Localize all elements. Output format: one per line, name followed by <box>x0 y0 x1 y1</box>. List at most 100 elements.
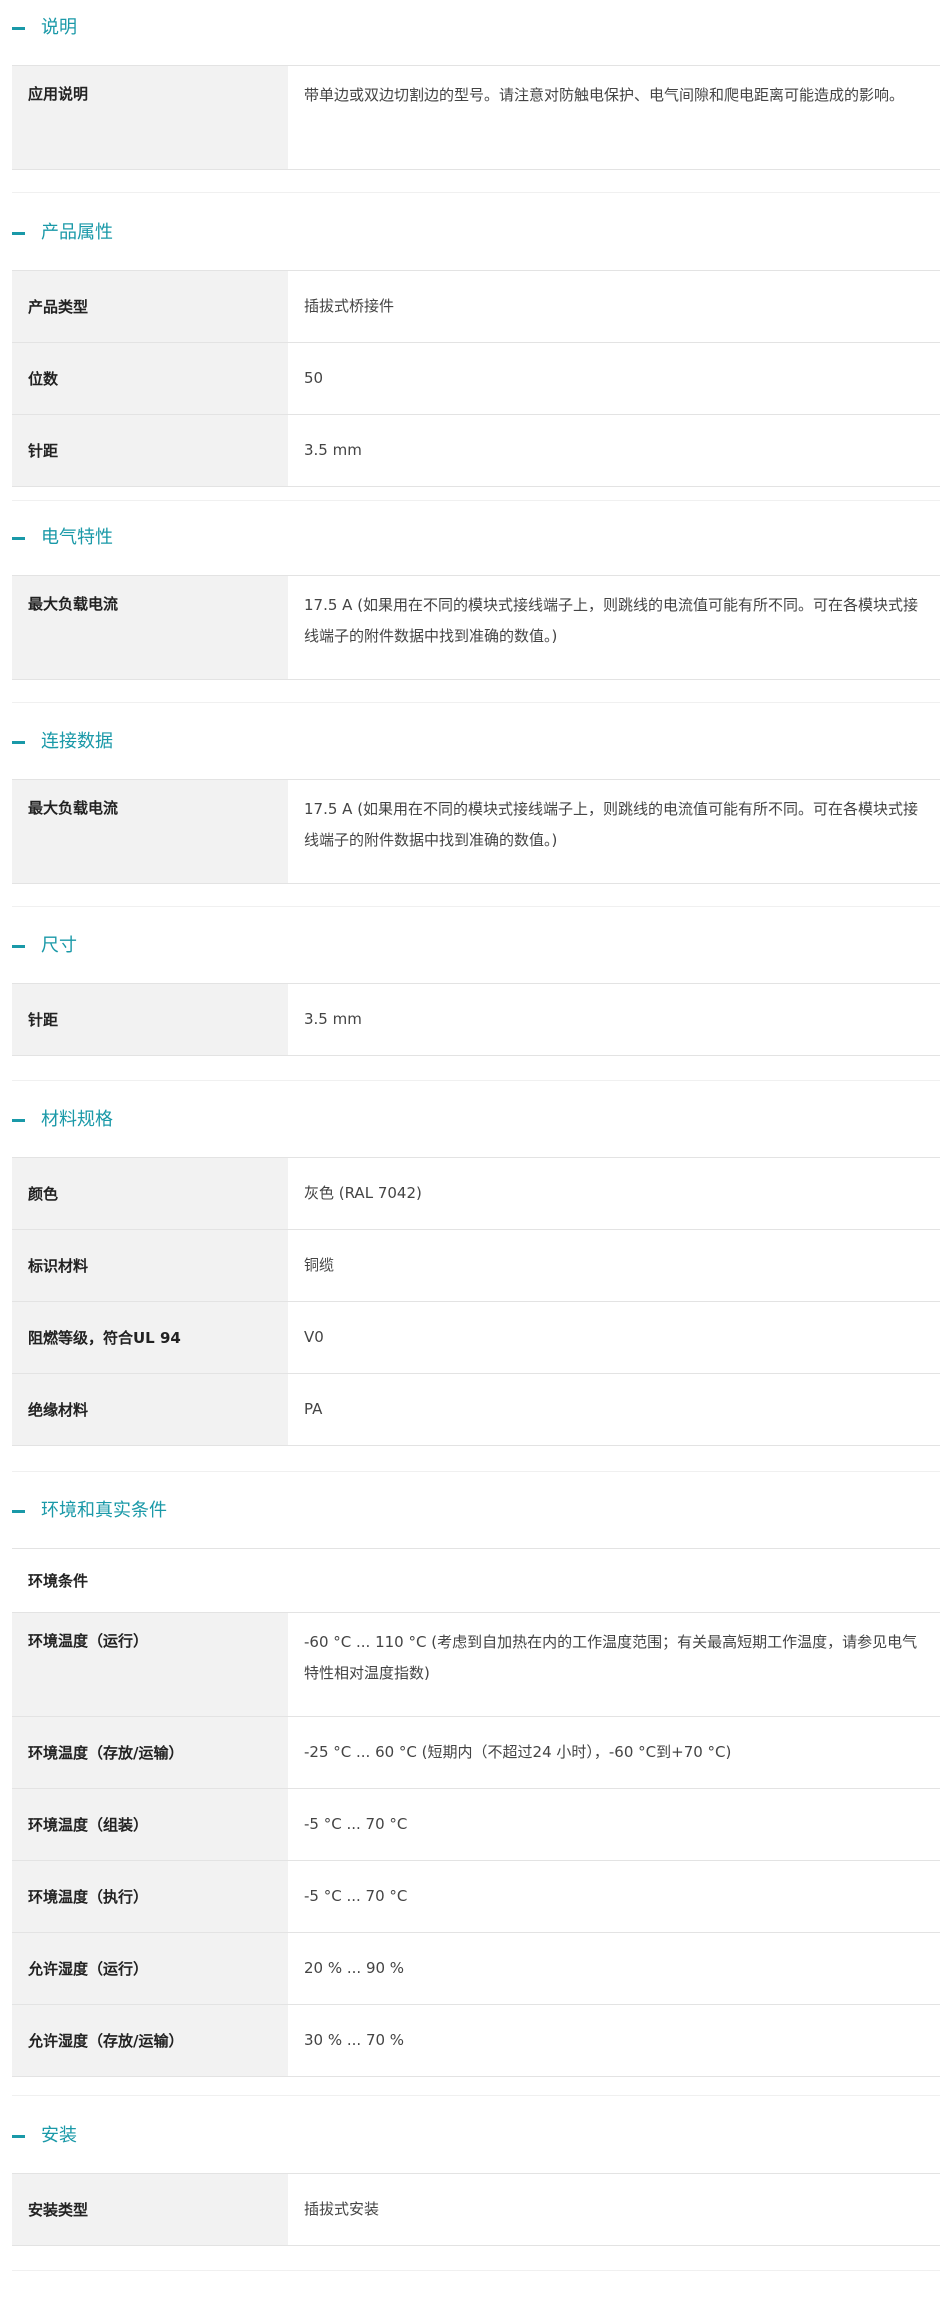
spec-table: 颜色 灰色 (RAL 7042) 标识材料 铜缆 阻燃等级，符合UL 94 V0… <box>12 1157 940 1446</box>
row-label: 颜色 <box>12 1158 288 1229</box>
section-title: 电气特性 <box>41 527 113 548</box>
section-header-electrical[interactable]: 电气特性 <box>12 510 940 566</box>
row-value: -25 °C ... 60 °C (短期内（不超过24 小时），-60 °C到+… <box>304 1743 732 1761</box>
table-row: 允许湿度（运行） 20 % ... 90 % <box>12 1933 940 2005</box>
section-installation: 安装 安装类型 插拔式安装 <box>12 2108 940 2246</box>
table-row: 环境温度（执行） -5 °C ... 70 °C <box>12 1861 940 1933</box>
section-title: 材料规格 <box>41 1109 113 1130</box>
collapse-icon <box>12 537 25 540</box>
table-row: 绝缘材料 PA <box>12 1374 940 1446</box>
row-value: 插拔式安装 <box>304 2200 380 2218</box>
row-label: 绝缘材料 <box>12 1374 288 1445</box>
row-value: 17.5 A (如果用在不同的模块式接线端子上，则跳线的电流值可能有所不同。可在… <box>304 800 919 849</box>
row-label: 标识材料 <box>12 1230 288 1301</box>
section-divider <box>12 1080 940 1081</box>
table-row: 标识材料 铜缆 <box>12 1230 940 1302</box>
section-connection: 连接数据 最大负载电流 17.5 A (如果用在不同的模块式接线端子上，则跳线的… <box>12 714 940 884</box>
section-divider <box>12 906 940 907</box>
section-product-properties: 产品属性 产品类型 插拔式桥接件 位数 50 针距 3.5 mm <box>12 205 940 487</box>
section-header-dimensions[interactable]: 尺寸 <box>12 918 940 974</box>
row-label: 允许湿度（存放/运输） <box>12 2005 288 2076</box>
section-header-materials[interactable]: 材料规格 <box>12 1092 940 1148</box>
row-label: 最大负载电流 <box>12 576 288 679</box>
section-environment: 环境和真实条件 环境条件 环境温度（运行） -60 °C ... 110 °C … <box>12 1483 940 2077</box>
product-spec-page: 说明 应用说明 带单边或双边切割边的型号。请注意对防触电保护、电气间隙和爬电距离… <box>0 0 942 2298</box>
table-row: 环境温度（存放/运输） -25 °C ... 60 °C (短期内（不超过24 … <box>12 1717 940 1789</box>
section-divider <box>12 2095 940 2096</box>
row-label: 针距 <box>12 415 288 486</box>
row-label: 允许湿度（运行） <box>12 1933 288 2004</box>
row-value: 3.5 mm <box>304 441 362 459</box>
table-row: 环境温度（组装） -5 °C ... 70 °C <box>12 1789 940 1861</box>
row-value: 3.5 mm <box>304 1010 362 1028</box>
section-title: 安装 <box>41 2125 77 2146</box>
collapse-icon <box>12 1510 25 1513</box>
table-row: 位数 50 <box>12 343 940 415</box>
section-electrical: 电气特性 最大负载电流 17.5 A (如果用在不同的模块式接线端子上，则跳线的… <box>12 510 940 680</box>
row-value: 带单边或双边切割边的型号。请注意对防触电保护、电气间隙和爬电距离可能造成的影响。 <box>304 86 905 104</box>
section-header-connection[interactable]: 连接数据 <box>12 714 940 770</box>
row-value: 17.5 A (如果用在不同的模块式接线端子上，则跳线的电流值可能有所不同。可在… <box>304 596 919 645</box>
row-label: 最大负载电流 <box>12 780 288 883</box>
section-title: 产品属性 <box>41 222 113 243</box>
spec-table: 最大负载电流 17.5 A (如果用在不同的模块式接线端子上，则跳线的电流值可能… <box>12 575 940 680</box>
table-row: 最大负载电流 17.5 A (如果用在不同的模块式接线端子上，则跳线的电流值可能… <box>12 780 940 884</box>
section-materials: 材料规格 颜色 灰色 (RAL 7042) 标识材料 铜缆 阻燃等级，符合UL … <box>12 1092 940 1446</box>
section-divider <box>12 1471 940 1472</box>
row-value: 铜缆 <box>304 1256 335 1274</box>
row-label: 产品类型 <box>12 271 288 342</box>
row-label: 针距 <box>12 984 288 1055</box>
row-value: 50 <box>304 369 324 387</box>
subheader-label: 环境条件 <box>12 1549 940 1612</box>
spec-table: 针距 3.5 mm <box>12 983 940 1056</box>
row-value: 插拔式桥接件 <box>304 297 395 315</box>
row-value: PA <box>304 1400 323 1418</box>
table-row: 阻燃等级，符合UL 94 V0 <box>12 1302 940 1374</box>
section-title: 说明 <box>41 17 77 38</box>
table-row: 颜色 灰色 (RAL 7042) <box>12 1158 940 1230</box>
collapse-icon <box>12 1119 25 1122</box>
spec-table: 产品类型 插拔式桥接件 位数 50 针距 3.5 mm <box>12 270 940 487</box>
row-label: 应用说明 <box>12 66 288 169</box>
table-row: 允许湿度（存放/运输） 30 % ... 70 % <box>12 2005 940 2077</box>
row-value: -60 °C ... 110 °C (考虑到自加热在内的工作温度范围；有关最高短… <box>304 1633 918 1682</box>
section-divider <box>12 2270 940 2271</box>
row-value: -5 °C ... 70 °C <box>304 1815 408 1833</box>
table-row: 安装类型 插拔式安装 <box>12 2174 940 2246</box>
section-title: 尺寸 <box>41 935 77 956</box>
section-title: 连接数据 <box>41 731 113 752</box>
collapse-icon <box>12 2135 25 2138</box>
table-row: 产品类型 插拔式桥接件 <box>12 271 940 343</box>
table-row: 环境温度（运行） -60 °C ... 110 °C (考虑到自加热在内的工作温… <box>12 1613 940 1717</box>
spec-table: 应用说明 带单边或双边切割边的型号。请注意对防触电保护、电气间隙和爬电距离可能造… <box>12 65 940 170</box>
row-value: V0 <box>304 1328 324 1346</box>
row-value: 20 % ... 90 % <box>304 1959 405 1977</box>
table-row: 针距 3.5 mm <box>12 984 940 1056</box>
table-subheader-row: 环境条件 <box>12 1549 940 1613</box>
spec-table: 最大负载电流 17.5 A (如果用在不同的模块式接线端子上，则跳线的电流值可能… <box>12 779 940 884</box>
row-label: 环境温度（执行） <box>12 1861 288 1932</box>
section-header-product-properties[interactable]: 产品属性 <box>12 205 940 261</box>
spec-table: 安装类型 插拔式安装 <box>12 2173 940 2246</box>
row-value: 灰色 (RAL 7042) <box>304 1184 422 1202</box>
row-label: 环境温度（运行） <box>12 1613 288 1716</box>
collapse-icon <box>12 945 25 948</box>
section-description: 说明 应用说明 带单边或双边切割边的型号。请注意对防触电保护、电气间隙和爬电距离… <box>12 0 940 170</box>
section-header-environment[interactable]: 环境和真实条件 <box>12 1483 940 1539</box>
table-row: 最大负载电流 17.5 A (如果用在不同的模块式接线端子上，则跳线的电流值可能… <box>12 576 940 680</box>
row-value: -5 °C ... 70 °C <box>304 1887 408 1905</box>
row-value: 30 % ... 70 % <box>304 2031 405 2049</box>
section-divider <box>12 702 940 703</box>
table-row: 针距 3.5 mm <box>12 415 940 487</box>
section-header-installation[interactable]: 安装 <box>12 2108 940 2164</box>
section-divider <box>12 192 940 193</box>
section-divider <box>12 500 940 501</box>
section-header-description[interactable]: 说明 <box>12 0 940 56</box>
table-row: 应用说明 带单边或双边切割边的型号。请注意对防触电保护、电气间隙和爬电距离可能造… <box>12 66 940 170</box>
spec-table: 环境条件 环境温度（运行） -60 °C ... 110 °C (考虑到自加热在… <box>12 1548 940 2077</box>
section-title: 环境和真实条件 <box>41 1500 167 1521</box>
row-label: 环境温度（存放/运输） <box>12 1717 288 1788</box>
collapse-icon <box>12 232 25 235</box>
row-label: 安装类型 <box>12 2174 288 2245</box>
collapse-icon <box>12 741 25 744</box>
